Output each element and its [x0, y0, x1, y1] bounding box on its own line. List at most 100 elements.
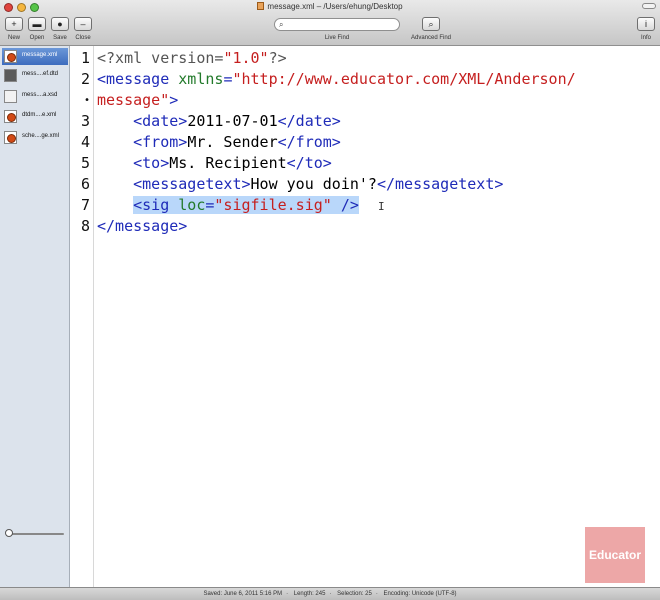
tag: <messagetext> — [133, 175, 251, 193]
info-icon: i — [645, 19, 647, 29]
code-line-2: <message xmlns="http://www.educator.com/… — [97, 69, 576, 90]
code-line-7: <sig loc="sigfile.sig" /> — [97, 195, 359, 216]
code-line-1: <?xml version="1.0"?> — [97, 48, 287, 69]
tag: > — [169, 91, 179, 109]
code-editor[interactable]: <?xml version="1.0"?> <message xmlns="ht… — [97, 46, 576, 256]
line-number: 6 — [80, 175, 90, 193]
code-line-2-wrapped: message"> — [97, 90, 178, 111]
toolbar-toggle-icon[interactable] — [642, 3, 656, 9]
line-number: 8 — [80, 217, 90, 235]
xml-declaration-end: ?> — [268, 49, 287, 67]
attr-value: "sigfile.sig" — [214, 196, 332, 214]
code-line-4: <from>Mr. Sender</from> — [97, 132, 341, 153]
live-find-search-input[interactable]: ⌕ — [274, 18, 400, 31]
line-number: 2 — [80, 70, 90, 88]
file-sidebar: message.xml mess....ef.dtd mess....a.xsd… — [0, 46, 70, 587]
status-bar: Saved: June 6, 2011 5:16 PM · Length: 245… — [0, 587, 660, 600]
attr-name: xmlns — [178, 70, 224, 88]
line-number: 5 — [80, 154, 90, 172]
tag: </date> — [277, 112, 341, 130]
close-label: Close — [75, 35, 91, 41]
line-number: 1 — [80, 49, 90, 67]
tag: <sig — [133, 196, 179, 214]
folder-icon: ▬ — [32, 19, 42, 29]
code-line-8: </message> — [97, 216, 187, 237]
xml-file-icon — [4, 131, 17, 144]
sidebar-file-label: dtdm....e.xml — [22, 112, 57, 118]
sidebar-file-label: mess....a.xsd — [22, 92, 58, 98]
line-number: 7 — [80, 196, 90, 214]
dtd-file-icon — [4, 69, 17, 82]
status-selection: Selection: 25 — [337, 591, 372, 597]
tag: <to> — [133, 154, 170, 172]
sidebar-file-dtdm-xml[interactable]: dtdm....e.xml — [2, 108, 68, 125]
line-number: 3 — [80, 112, 90, 130]
sidebar-file-sche-xml[interactable]: sche....ge.xml — [2, 129, 68, 146]
open-label: Open — [29, 35, 45, 41]
sidebar-file-label: message.xml — [22, 52, 58, 58]
xsd-file-icon — [4, 90, 17, 103]
slider-knob[interactable] — [5, 529, 13, 537]
window-title-text: message.xml – /Users/ehung/Desktop — [267, 2, 403, 11]
wrap-indicator: • — [83, 95, 90, 106]
attr-value: "1.0" — [223, 49, 269, 67]
plus-icon: + — [11, 19, 17, 29]
educator-watermark: Educator — [585, 527, 645, 583]
close-button[interactable]: – — [74, 17, 92, 31]
thumbnail-size-slider[interactable] — [6, 533, 64, 535]
text-cursor-icon: I — [378, 200, 385, 213]
sidebar-file-xsd[interactable]: mess....a.xsd — [2, 88, 68, 105]
selection-highlight: <sig loc="sigfile.sig" /> — [133, 196, 359, 214]
code-line-6: <messagetext>How you doin'?</messagetext… — [97, 174, 503, 195]
title-bar: message.xml – /Users/ehung/Desktop + New… — [0, 0, 660, 46]
advanced-find-label: Advanced Find — [410, 35, 452, 41]
line-number-gutter: 1 2 • 3 4 5 6 7 8 — [70, 46, 94, 587]
xml-declaration: <?xml version= — [97, 49, 224, 67]
xml-file-icon — [4, 50, 17, 63]
sidebar-file-label: sche....ge.xml — [22, 133, 60, 139]
attr-value: "http://www.educator.com/XML/Anderson/ — [232, 70, 576, 88]
info-label: Info — [640, 35, 651, 41]
save-dot-icon: ● — [57, 19, 63, 29]
attr-value: message" — [97, 91, 170, 109]
status-saved: Saved: June 6, 2011 5:16 PM — [203, 591, 283, 597]
code-line-3: <date>2011-07-01</date> — [97, 111, 341, 132]
tag: /> — [331, 196, 359, 214]
tag: </message> — [97, 217, 188, 235]
save-button[interactable]: ● — [51, 17, 69, 31]
new-button[interactable]: + — [5, 17, 23, 31]
line-number: 4 — [80, 133, 90, 151]
new-label: New — [7, 35, 20, 41]
xml-file-icon — [4, 110, 17, 123]
sidebar-file-label: mess....ef.dtd — [22, 71, 59, 77]
tag: </from> — [277, 133, 341, 151]
magnifier-icon: ⌕ — [428, 19, 434, 29]
text-content: How you doin'? — [250, 175, 377, 193]
save-label: Save — [53, 35, 67, 41]
minus-icon: – — [80, 19, 86, 29]
tag: </messagetext> — [376, 175, 504, 193]
info-button[interactable]: i — [637, 17, 655, 31]
document-icon — [257, 2, 265, 10]
status-length: Length: 245 — [293, 591, 326, 597]
sidebar-file-dtd[interactable]: mess....ef.dtd — [2, 67, 68, 84]
tag: <date> — [133, 112, 188, 130]
open-button[interactable]: ▬ — [28, 17, 46, 31]
text-content: Ms. Recipient — [169, 154, 287, 172]
text-content: Mr. Sender — [187, 133, 278, 151]
code-line-5: <to>Ms. Recipient</to> — [97, 153, 332, 174]
status-encoding[interactable]: Encoding: Unicode (UTF-8) — [384, 591, 457, 597]
text-content: 2011-07-01 — [187, 112, 278, 130]
tag: </to> — [286, 154, 332, 172]
attr-name: loc — [178, 196, 206, 214]
live-find-label: Live Find — [324, 35, 350, 41]
sidebar-file-message-xml[interactable]: message.xml — [2, 48, 68, 65]
tag: <from> — [133, 133, 188, 151]
advanced-find-button[interactable]: ⌕ — [422, 17, 440, 31]
tag: <message — [97, 70, 179, 88]
window-title: message.xml – /Users/ehung/Desktop — [0, 2, 660, 11]
